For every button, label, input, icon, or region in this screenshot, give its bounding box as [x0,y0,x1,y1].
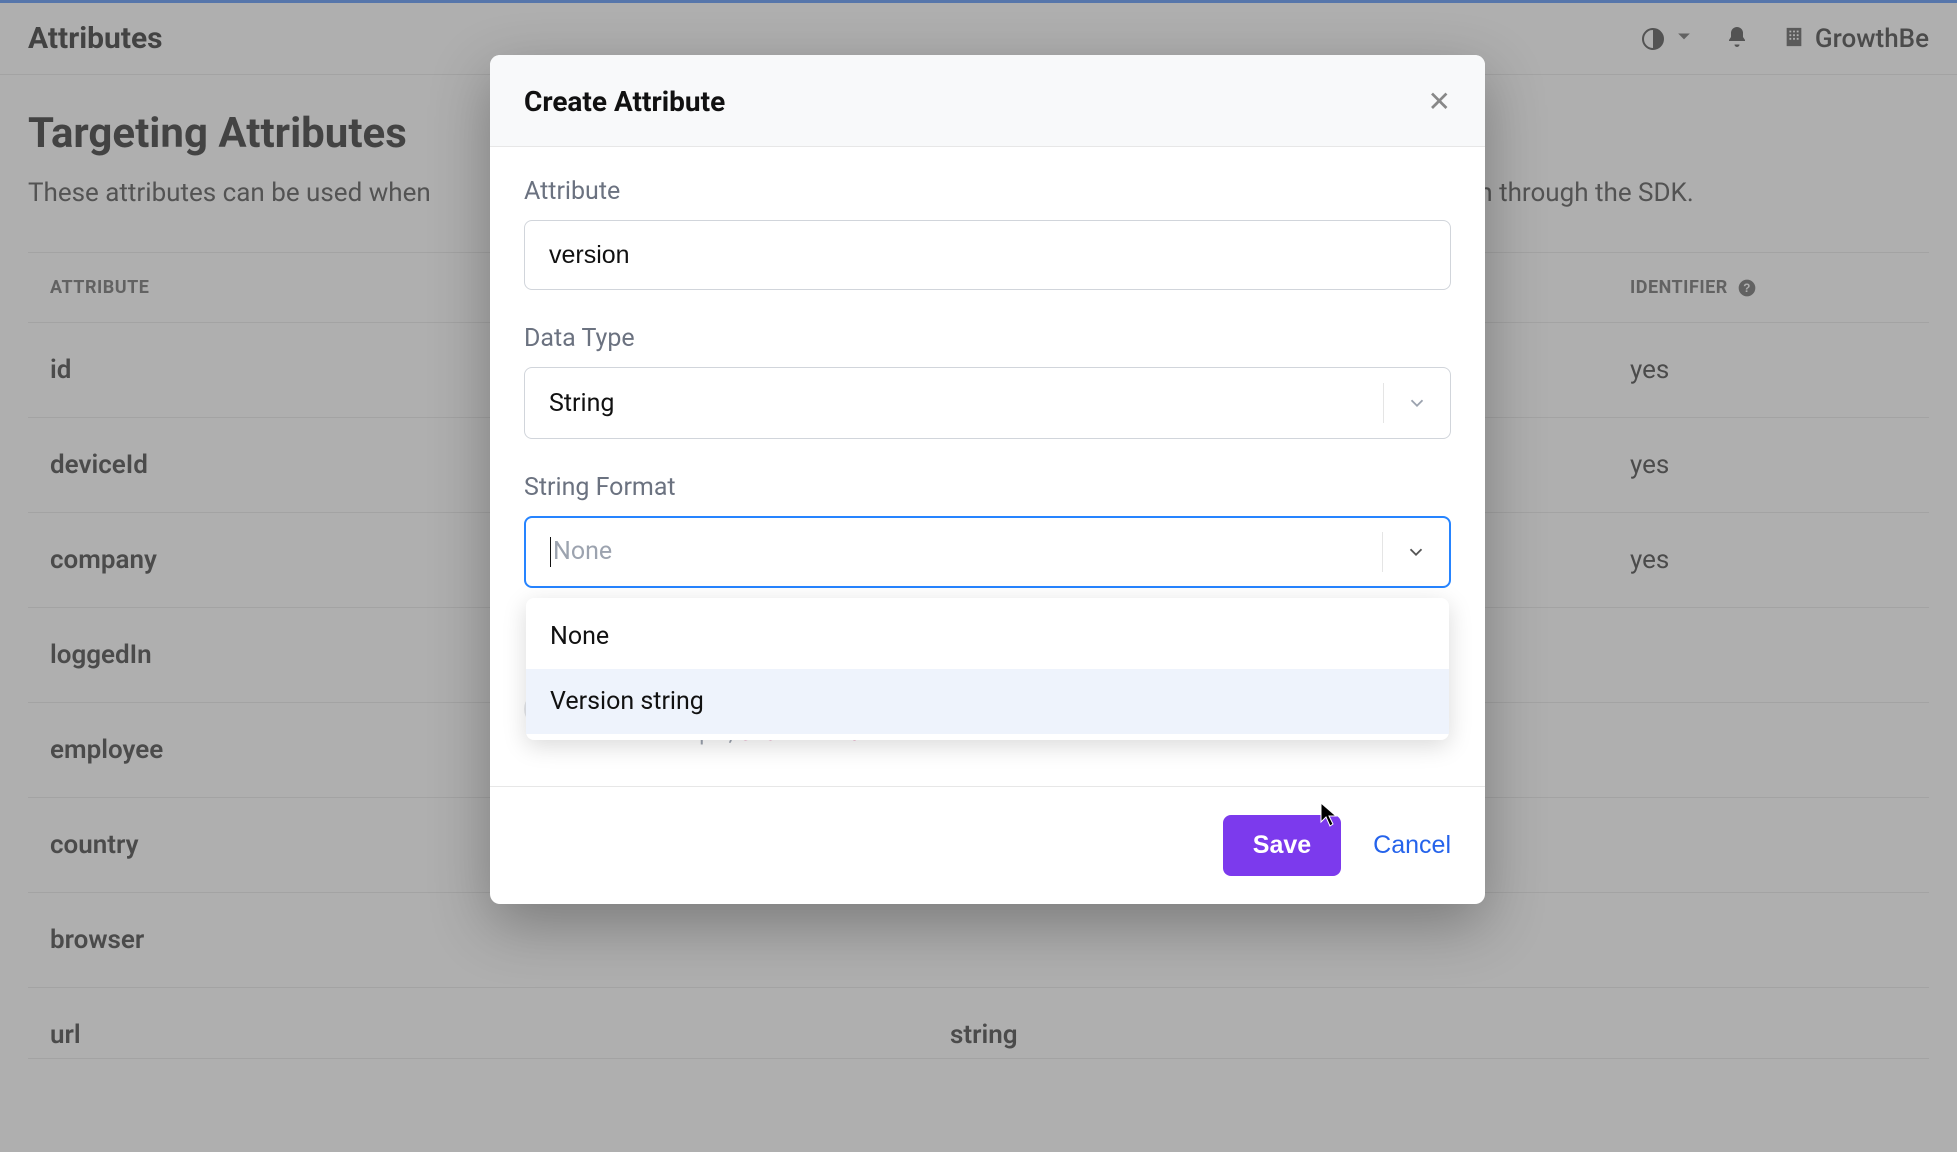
modal-body: Attribute Data Type String String Format… [490,147,1485,786]
datatype-select[interactable]: String [524,367,1451,439]
cancel-button[interactable]: Cancel [1373,831,1451,860]
datatype-label: Data Type [524,324,1451,353]
datatype-value: String [525,389,1383,418]
save-button[interactable]: Save [1223,815,1341,876]
stringformat-dropdown: None Version string [526,598,1449,740]
stringformat-select[interactable]: None None Version string [524,516,1451,588]
close-icon: ✕ [1428,85,1451,118]
create-attribute-modal: Create Attribute ✕ Attribute Data Type S… [490,55,1485,904]
chevron-down-icon [1384,392,1450,414]
dropdown-option-version-string[interactable]: Version string [526,669,1449,734]
chevron-down-icon [1383,541,1449,563]
modal-header: Create Attribute ✕ [490,55,1485,147]
close-button[interactable]: ✕ [1428,88,1451,116]
dropdown-option-none[interactable]: None [526,604,1449,669]
modal-title: Create Attribute [524,85,725,118]
modal-footer: Save Cancel [490,786,1485,904]
attribute-input[interactable] [524,220,1451,290]
attribute-label: Attribute [524,177,1451,206]
stringformat-label: String Format [524,473,1451,502]
stringformat-placeholder: None [526,537,1382,567]
